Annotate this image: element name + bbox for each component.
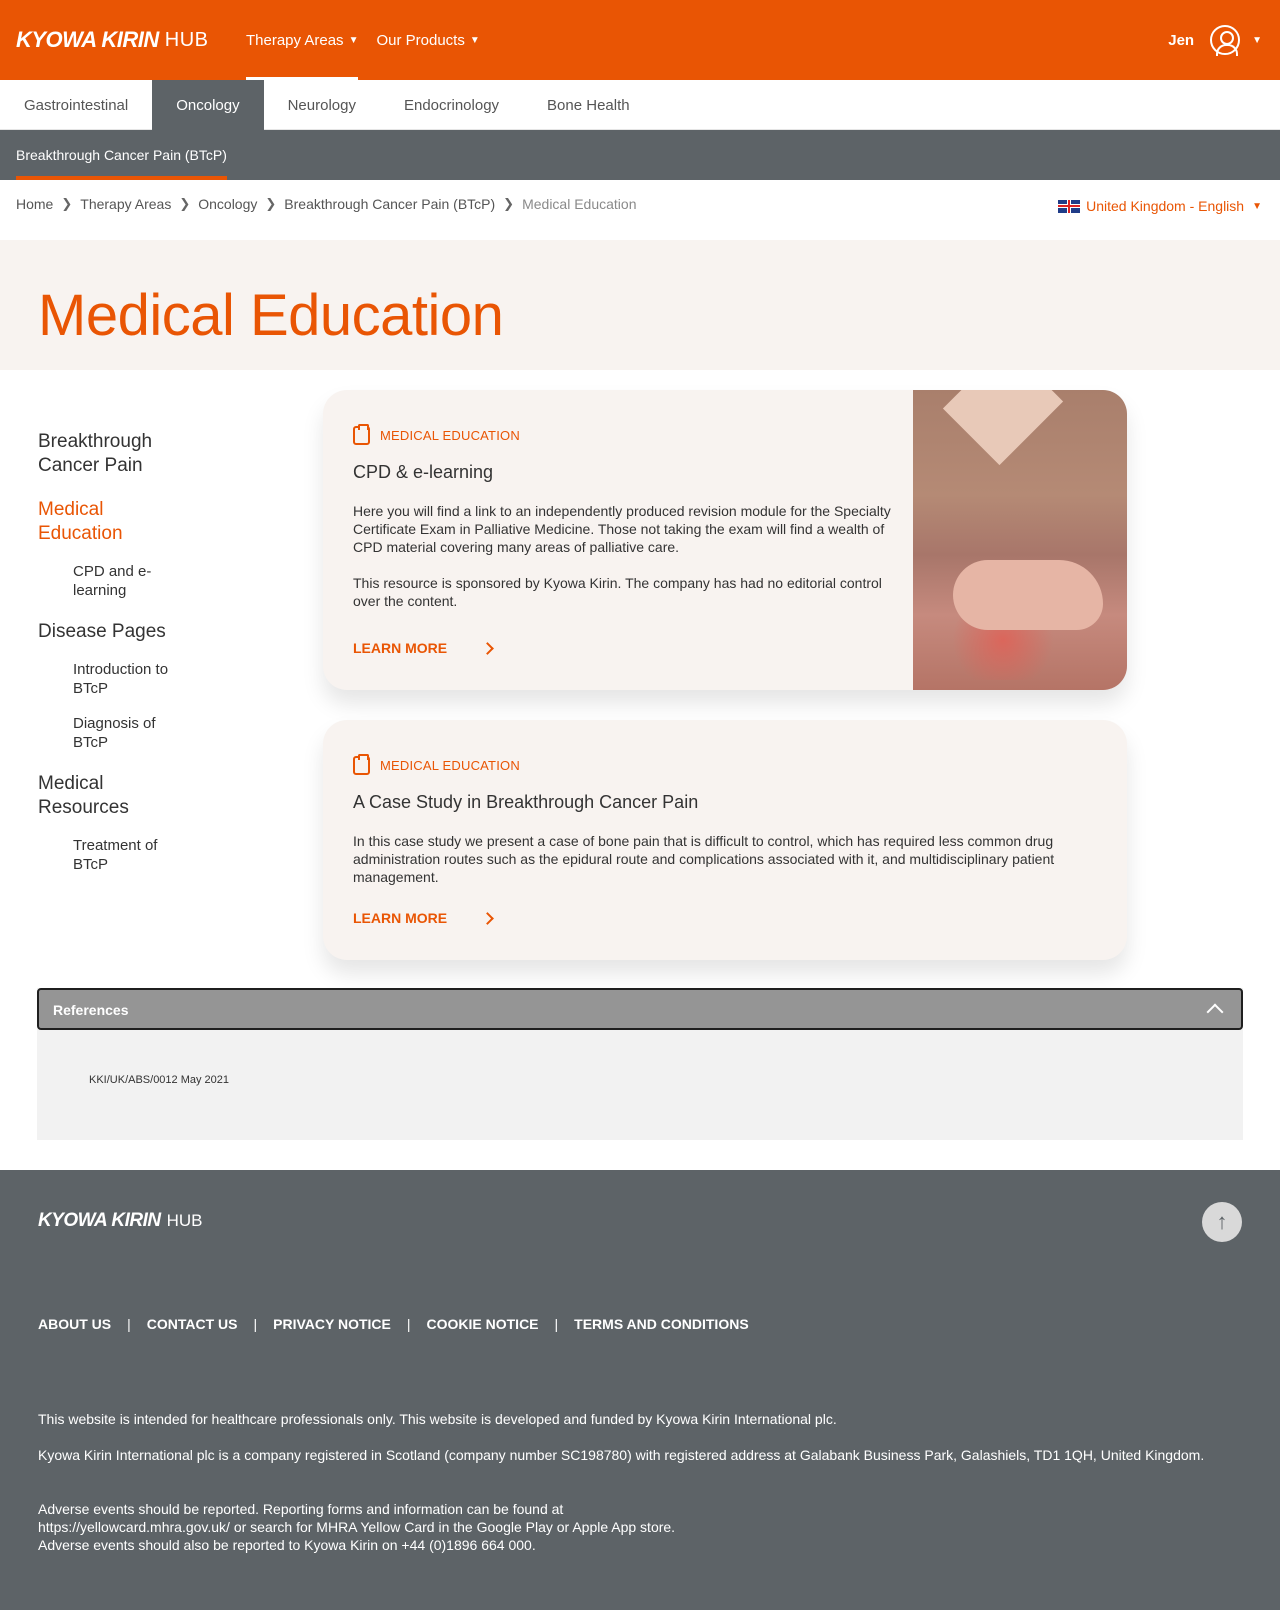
- breadcrumb-oncology[interactable]: Oncology: [198, 196, 257, 212]
- page-title: Medical Education: [38, 283, 504, 348]
- card-title: A Case Study in Breakthrough Cancer Pain: [353, 792, 699, 812]
- learn-more-label: LEARN MORE: [353, 910, 448, 926]
- chevron-up-icon: [1206, 1003, 1224, 1021]
- footer-links: ABOUT US | CONTACT US | PRIVACY NOTICE |…: [38, 1316, 749, 1332]
- clipboard-icon: [353, 424, 370, 445]
- page: KYOWA KIRIN HUB Therapy Areas ▼ Our Prod…: [0, 0, 1280, 1610]
- clipboard-icon: [353, 754, 370, 775]
- breadcrumb-therapy-areas[interactable]: Therapy Areas: [80, 196, 171, 212]
- tab-neurology[interactable]: Neurology: [264, 80, 380, 130]
- breadcrumb: Home ❯ Therapy Areas ❯ Oncology ❯ Breakt…: [16, 196, 636, 212]
- footer-logo-brand: KYOWA KIRIN: [38, 1210, 161, 1231]
- footer-logo-hub: HUB: [166, 1211, 203, 1230]
- card-image: [913, 390, 1127, 690]
- card-kicker-label: MEDICAL EDUCATION: [380, 758, 520, 773]
- sidenav-item-diagnosis-btcp[interactable]: Diagnosis of BTcP: [73, 714, 193, 752]
- sidenav-item-medical-education[interactable]: Medical Education: [38, 498, 188, 546]
- learn-more-label: LEARN MORE: [353, 640, 448, 656]
- footer-link-contact[interactable]: CONTACT US: [147, 1316, 238, 1332]
- footer: KYOWA KIRIN HUB ↑ ABOUT US | CONTACT US …: [0, 1170, 1280, 1610]
- nav-therapy-areas-label: Therapy Areas: [246, 31, 344, 49]
- card-kicker: MEDICAL EDUCATION: [353, 424, 520, 445]
- primary-nav: Therapy Areas ▼ Our Products ▼: [246, 0, 498, 80]
- caret-down-icon: ▼: [1252, 200, 1262, 212]
- content-card-cpd: MEDICAL EDUCATION CPD & e-learning Here …: [323, 390, 1127, 690]
- sub-nav: Breakthrough Cancer Pain (BTcP): [0, 130, 1280, 180]
- sidenav-item-treatment-btcp[interactable]: Treatment of BTcP: [73, 836, 193, 874]
- footer-company-info: Kyowa Kirin International plc is a compa…: [38, 1447, 1205, 1463]
- breadcrumb-btcp[interactable]: Breakthrough Cancer Pain (BTcP): [284, 196, 495, 212]
- reference-code: KKI/UK/ABS/0012 May 2021: [89, 1074, 230, 1086]
- hero-banner: Medical Education: [0, 240, 1280, 370]
- card-paragraph: Here you will find a link to an independ…: [353, 503, 891, 555]
- footer-adverse-events: Adverse events should be reported. Repor…: [38, 1500, 1238, 1554]
- adverse-events-line: https://yellowcard.mhra.gov.uk/ or searc…: [38, 1519, 676, 1535]
- references-panel: References KKI/UK/ABS/0012 May 2021: [37, 988, 1243, 1140]
- therapy-tabs: Gastrointestinal Oncology Neurology Endo…: [0, 80, 1280, 130]
- caret-down-icon: ▼: [348, 34, 359, 46]
- chevron-right-icon: [481, 641, 494, 655]
- card-body: In this case study we present a case of …: [353, 832, 1083, 904]
- locale-label: United Kingdom - English: [1086, 198, 1245, 214]
- card-kicker-label: MEDICAL EDUCATION: [380, 428, 520, 443]
- footer-logo[interactable]: KYOWA KIRIN HUB: [38, 1210, 202, 1232]
- nav-our-products[interactable]: Our Products ▼: [376, 0, 479, 80]
- footer-link-privacy[interactable]: PRIVACY NOTICE: [273, 1316, 391, 1332]
- tab-bone-health[interactable]: Bone Health: [523, 80, 654, 130]
- card-body: Here you will find a link to an independ…: [353, 502, 893, 628]
- footer-link-cookie[interactable]: COOKIE NOTICE: [427, 1316, 539, 1332]
- nav-therapy-areas[interactable]: Therapy Areas ▼: [246, 0, 359, 80]
- footer-link-divider: |: [406, 1316, 411, 1332]
- card-paragraph: This resource is sponsored by Kyowa Kiri…: [353, 575, 882, 609]
- learn-more-link[interactable]: LEARN MORE: [353, 910, 494, 926]
- logo-brand: KYOWA KIRIN: [16, 27, 159, 52]
- card-kicker: MEDICAL EDUCATION: [353, 754, 520, 775]
- locale-selector[interactable]: United Kingdom - English ▼: [1058, 198, 1262, 214]
- user-avatar-icon: [1210, 25, 1241, 56]
- tab-oncology[interactable]: Oncology: [152, 80, 264, 130]
- breadcrumb-home[interactable]: Home: [16, 196, 53, 212]
- sidenav-item-intro-btcp[interactable]: Introduction to BTcP: [73, 660, 193, 698]
- user-menu[interactable]: Jen ▼: [1168, 22, 1262, 58]
- chevron-right-icon: ❯: [61, 196, 73, 211]
- sidenav-item-btcp[interactable]: Breakthrough Cancer Pain: [38, 430, 188, 478]
- footer-disclaimer: This website is intended for healthcare …: [38, 1411, 837, 1427]
- uk-flag-icon: [1058, 199, 1081, 213]
- logo-hub: HUB: [164, 28, 209, 51]
- footer-link-terms[interactable]: TERMS AND CONDITIONS: [574, 1316, 748, 1332]
- site-logo[interactable]: KYOWA KIRIN HUB: [16, 26, 209, 54]
- chevron-right-icon: ❯: [265, 196, 277, 211]
- user-name: Jen: [1168, 31, 1195, 49]
- chevron-right-icon: [481, 911, 494, 925]
- arrow-up-icon: ↑: [1216, 1209, 1228, 1234]
- footer-link-divider: |: [253, 1316, 258, 1332]
- references-title: References: [53, 1002, 129, 1018]
- back-to-top-button[interactable]: ↑: [1202, 1202, 1242, 1242]
- caret-down-icon: ▼: [1252, 34, 1262, 46]
- breadcrumb-current: Medical Education: [522, 196, 637, 212]
- caret-down-icon: ▼: [469, 34, 480, 46]
- sidenav-item-medical-resources[interactable]: Medical Resources: [38, 772, 188, 820]
- chevron-right-icon: ❯: [179, 196, 191, 211]
- chevron-right-icon: ❯: [503, 196, 515, 211]
- footer-link-divider: |: [127, 1316, 131, 1332]
- card-title: CPD & e-learning: [353, 462, 494, 482]
- card-paragraph: In this case study we present a case of …: [353, 833, 1055, 885]
- adverse-events-line: Adverse events should also be reported t…: [38, 1537, 536, 1553]
- subnav-btcp[interactable]: Breakthrough Cancer Pain (BTcP): [16, 130, 227, 180]
- footer-link-about[interactable]: ABOUT US: [38, 1316, 111, 1332]
- nav-our-products-label: Our Products: [376, 31, 465, 49]
- content-card-case-study: MEDICAL EDUCATION A Case Study in Breakt…: [323, 720, 1127, 960]
- footer-link-divider: |: [554, 1316, 559, 1332]
- learn-more-link[interactable]: LEARN MORE: [353, 640, 494, 656]
- references-toggle[interactable]: References: [37, 988, 1243, 1030]
- sidenav-item-disease-pages[interactable]: Disease Pages: [38, 620, 188, 644]
- tab-endocrinology[interactable]: Endocrinology: [380, 80, 523, 130]
- side-nav: Breakthrough Cancer Pain Medical Educati…: [38, 430, 278, 894]
- top-header: KYOWA KIRIN HUB Therapy Areas ▼ Our Prod…: [0, 0, 1280, 80]
- sidenav-item-cpd[interactable]: CPD and e-learning: [73, 562, 193, 600]
- adverse-events-line: Adverse events should be reported. Repor…: [38, 1501, 564, 1517]
- tab-gastrointestinal[interactable]: Gastrointestinal: [0, 80, 152, 130]
